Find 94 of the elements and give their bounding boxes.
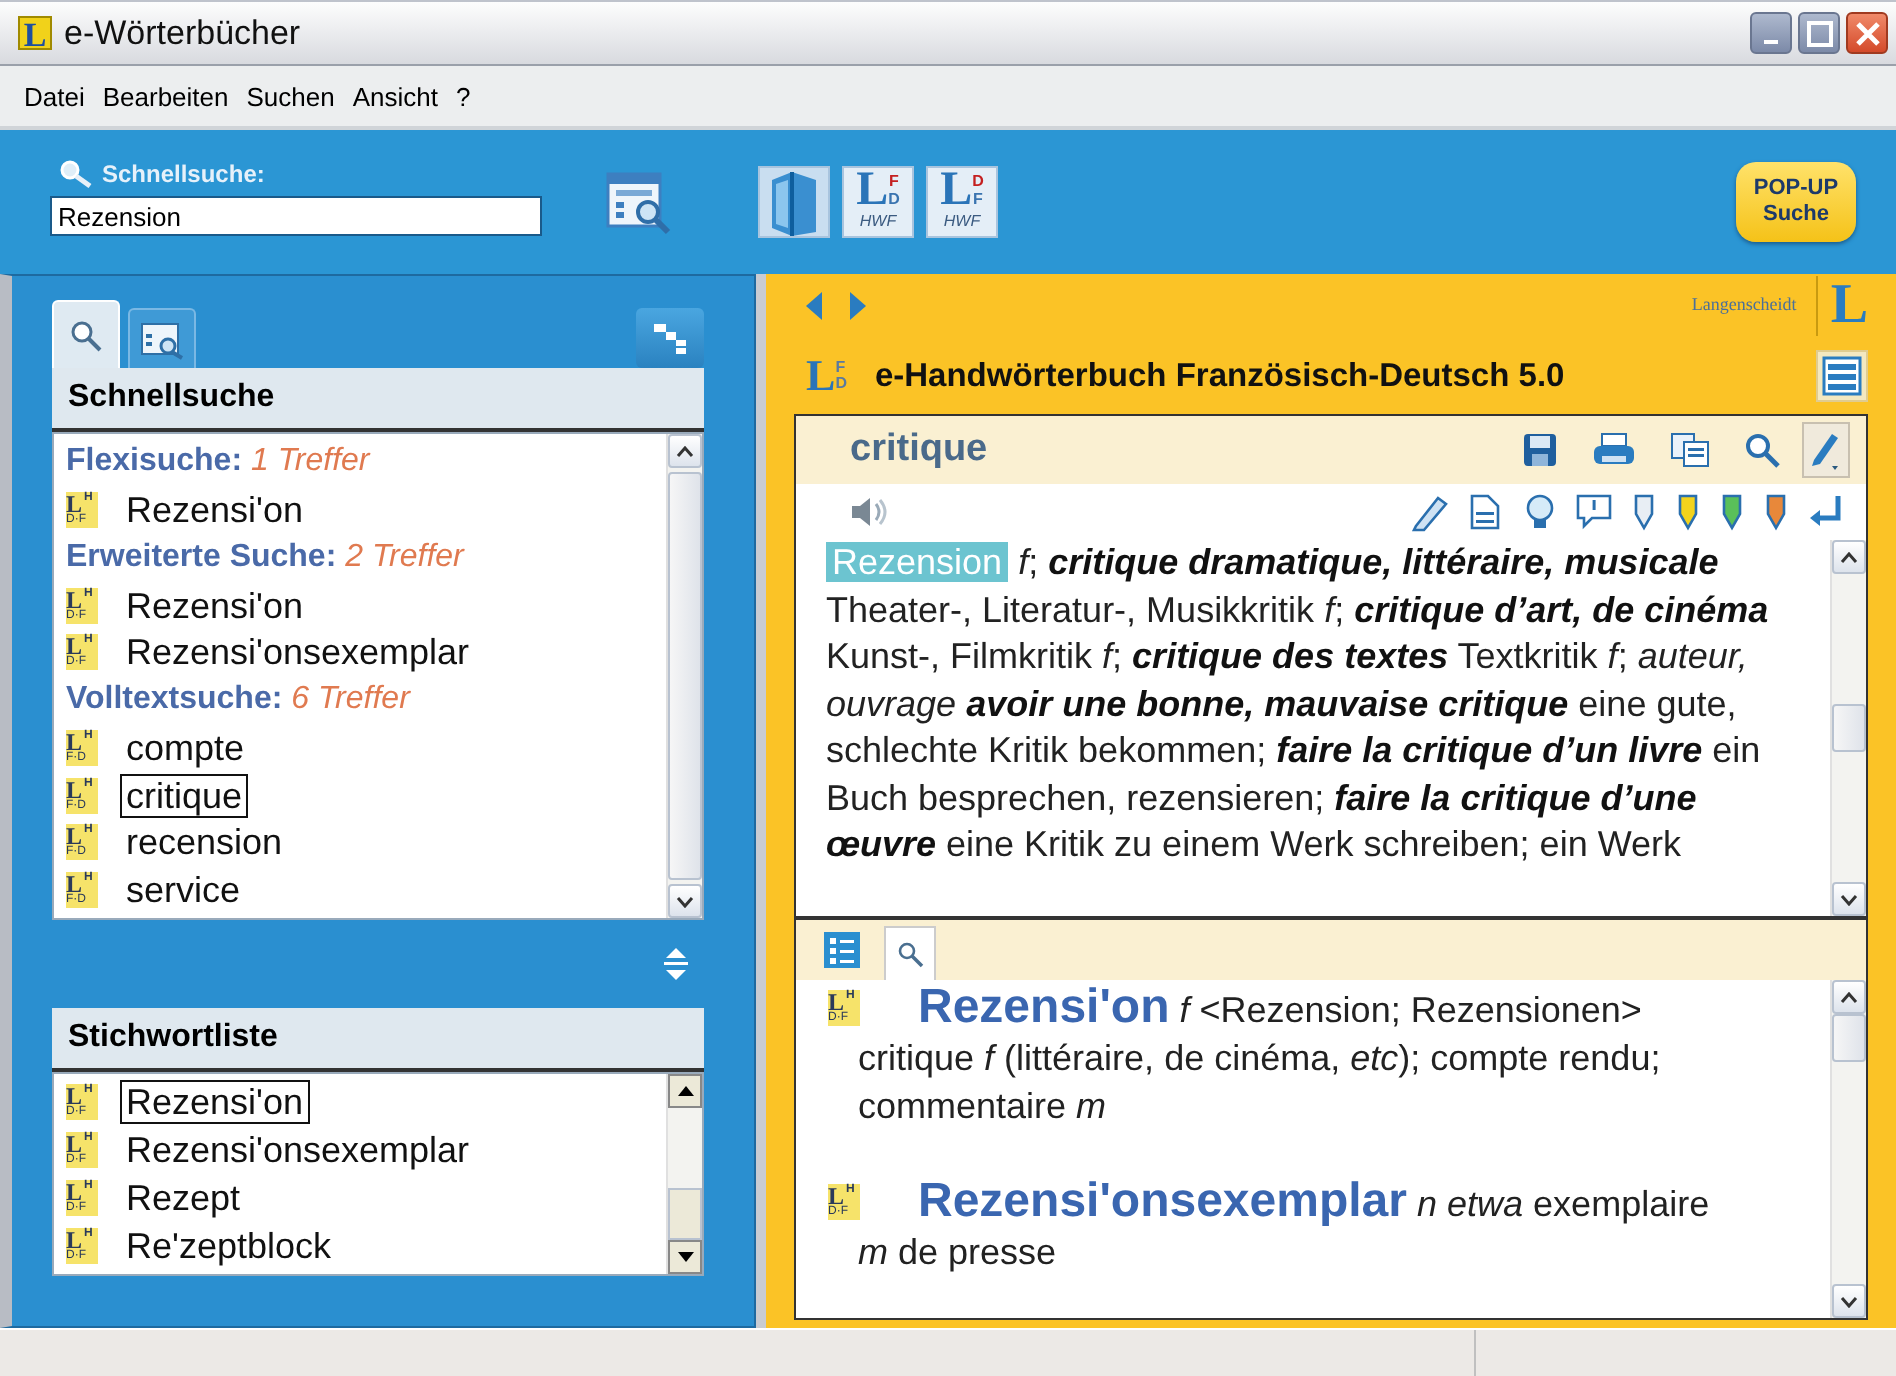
menu-item[interactable]: Datei [24,81,85,111]
result-item[interactable]: critique [120,773,249,818]
list-icon [824,932,860,968]
scroll-up-button[interactable] [1832,980,1866,1014]
keyword-list-title: Stichwortliste [68,1020,278,1056]
caret-down-icon [676,895,694,907]
scrollbar[interactable] [666,1074,702,1274]
close-button[interactable] [1846,12,1888,54]
entry-text: Rezensi'on f <Rezension; Rezensionen> critique f (littéraire, de cinéma, etc); compte rendu; commentaire m [858,984,1663,1130]
scroll-up-button[interactable] [668,1074,702,1108]
scroll-up-button[interactable] [1832,540,1866,574]
menu-item[interactable]: Bearbeiten [102,81,229,111]
popup-search-button[interactable]: POP-UP Suche [1736,162,1856,242]
tree-icon [650,320,690,356]
print-icon[interactable] [1592,432,1636,468]
marker-icon[interactable] [1718,492,1746,532]
result-item[interactable]: Rezensi'on [120,583,309,628]
scroll-up-button[interactable] [668,434,702,468]
book-button[interactable] [758,166,830,238]
scroll-thumb[interactable] [1832,704,1866,752]
layout-button[interactable] [1816,350,1868,402]
splitter-icon[interactable] [660,946,692,982]
keyword-item[interactable]: Re'zeptblock [120,1224,337,1268]
caret-down-icon [1840,1295,1858,1307]
search-tab[interactable] [884,926,936,980]
result-item[interactable]: Rezensi'onsexemplar [120,630,476,675]
edit-menu-button[interactable] [1802,422,1850,478]
minimize-button[interactable] [1750,12,1792,54]
caret-up-icon [1840,991,1858,1003]
save-icon[interactable] [1522,432,1558,468]
back-arrow-icon[interactable] [802,290,826,322]
maximize-button[interactable] [1798,12,1840,54]
menu-item[interactable]: Suchen [246,81,335,111]
minimize-icon [1764,39,1778,43]
caret-up-icon [676,445,694,457]
maximize-icon [1805,19,1833,47]
result-item[interactable]: recension [120,820,289,865]
headword: critique [850,428,988,472]
result-item[interactable]: service [120,868,247,913]
scrollbar[interactable] [1830,980,1866,1318]
caret-up-icon [677,1086,693,1096]
lightbulb-icon[interactable] [1522,492,1558,532]
menu-item[interactable]: Ansicht [352,81,438,111]
speaker-icon[interactable] [848,494,892,530]
scrollbar[interactable] [666,434,702,918]
caret-down-icon [1840,893,1858,905]
search-icon [896,940,924,968]
search-icon [66,317,106,353]
publisher-name: Langenscheidt [1691,294,1797,314]
scroll-thumb[interactable] [1832,1014,1866,1062]
scroll-thumb[interactable] [668,472,702,880]
results-title: Schnellsuche [68,380,275,416]
result-item[interactable]: compte [120,726,251,771]
return-arrow-icon[interactable] [1806,492,1846,532]
scroll-thumb[interactable] [668,1188,702,1240]
form-search-icon [138,319,186,359]
search-hit-highlight: Rezension [826,542,1009,582]
copy-icon[interactable] [1670,432,1710,468]
marker-icon[interactable] [1674,492,1702,532]
group-heading: Volltextsuche: 6 Treffer [66,680,413,721]
definition-text: Rezension f; critique dramatique, littéraire, musicale Theater-, Literatur-, Musikkritik f; critique d’art, de cinéma Kunst-, Filmkritik f; critique des textes Textkritik f; auteur, ouvrage avoir une bonne, mauvaise critique eine gute, schlechte Kritik bekommen; faire la critique d’un livre ein Buch besprechen, rezensieren; faire la critique d’une œuvre eine Kritik zu einem Werk schreiben; ein Werk [826,540,1771,868]
keyword-item[interactable]: Rezept [120,1176,247,1220]
scrollbar[interactable] [1830,540,1866,916]
keyword-item[interactable]: Rezensi'onsexemplar [120,1128,476,1172]
entry-text: Rezensi'onsexemplar n etwa exemplaire m de presse [858,1178,1712,1276]
search-label: Schnellsuche: [102,160,265,188]
close-icon [1853,19,1881,47]
result-item[interactable]: Rezensi'on [120,487,309,532]
forward-arrow-icon[interactable] [846,290,870,322]
tree-view-button[interactable] [636,308,704,368]
pencil-icon[interactable] [1410,492,1450,532]
search-icon[interactable] [1744,432,1780,468]
publisher-logo: L [1816,276,1868,336]
dictionary-title: e-Handwörterbuch Französisch-Deutsch 5.0 [874,357,1565,395]
comment-icon[interactable] [1574,492,1614,532]
index-search-tab[interactable] [128,308,196,368]
layout-icon [1822,356,1862,396]
scroll-down-button[interactable] [1832,1284,1866,1318]
search-field[interactable]: Rezension [50,196,542,236]
marker-icon[interactable] [1630,492,1658,532]
caret-down-icon [677,1252,693,1262]
group-heading: Flexisuche: 1 Treffer [66,442,373,482]
keyword-item[interactable]: Rezensi'on [120,1080,309,1124]
form-search-icon [604,168,672,236]
menu-item[interactable]: ? [455,81,471,111]
caret-up-icon [1840,551,1858,563]
scroll-down-button[interactable] [1832,882,1866,916]
scroll-down-button[interactable] [668,884,702,918]
app-logo-icon: L [18,16,52,50]
search-icon [58,160,94,188]
marker-icon[interactable] [1762,492,1790,532]
group-heading: Erweiterte Suche: 2 Treffer [66,537,467,578]
scroll-down-button[interactable] [668,1240,702,1274]
window-title: e-Wörterbücher [64,13,301,53]
